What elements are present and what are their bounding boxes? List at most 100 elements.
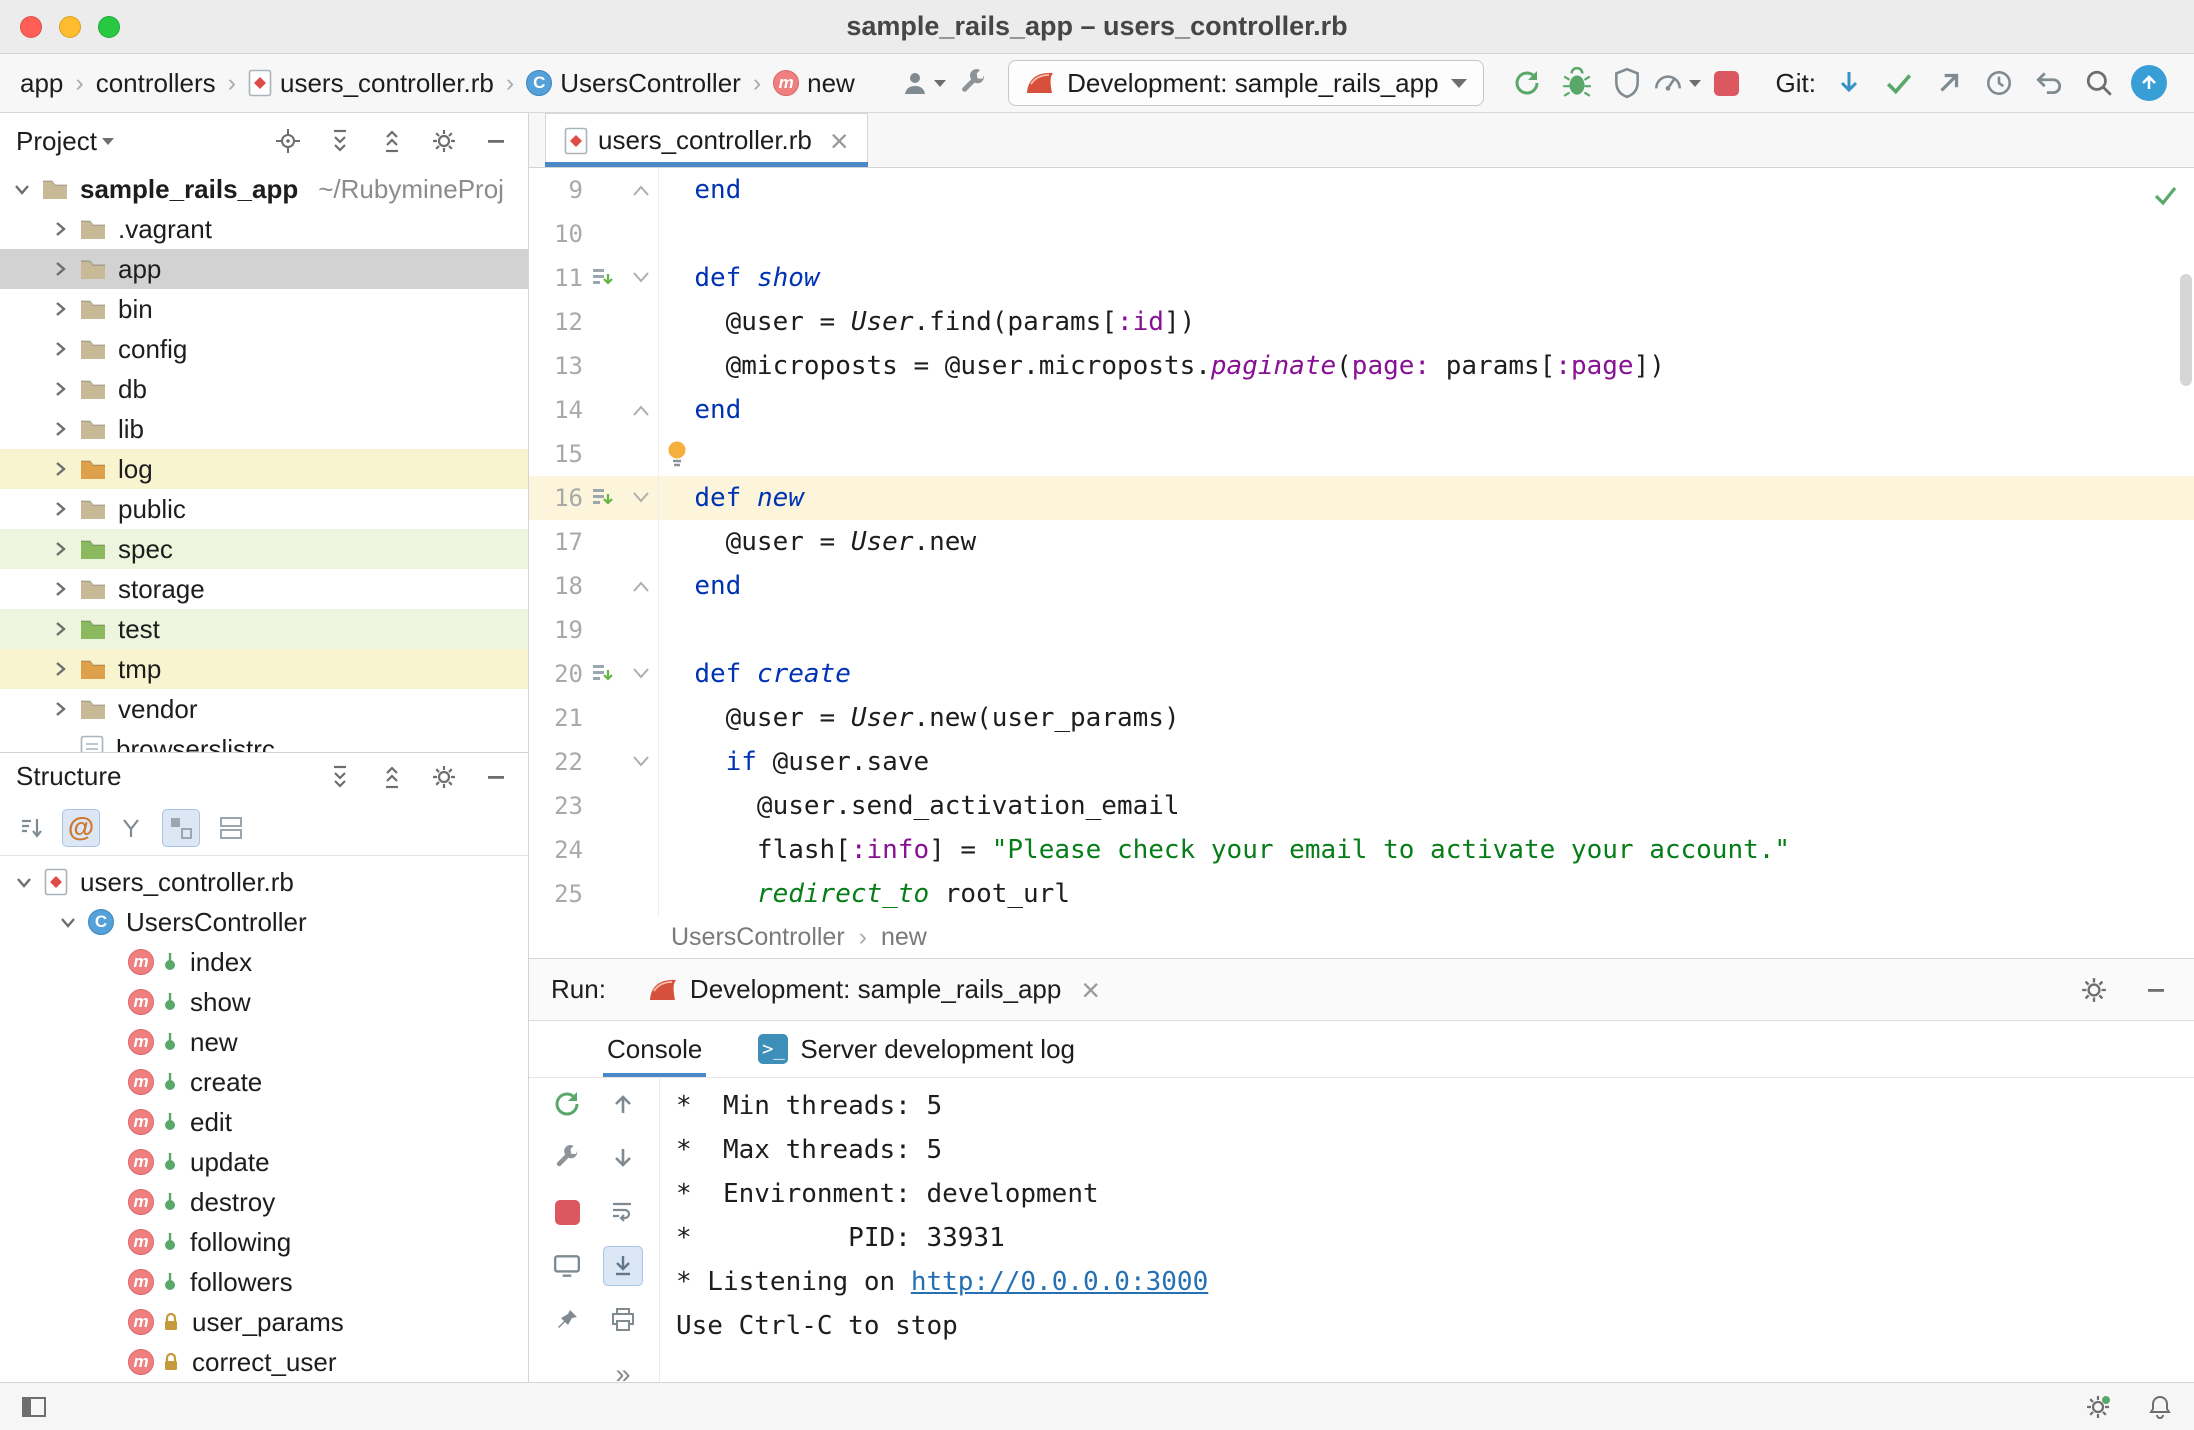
fold-marker-icon[interactable] [630,666,652,682]
breadcrumb-item-new[interactable]: m new [773,68,855,99]
fold-marker-icon[interactable] [630,402,652,418]
up-stack-trace-button[interactable] [603,1084,643,1124]
project-item-lib[interactable]: lib [0,409,528,449]
stop-server-button[interactable] [547,1192,587,1232]
code-line-20[interactable]: 20 def create [529,652,2194,696]
run-tab-server-development-log[interactable]: >_ Server development log [754,1021,1079,1077]
chevron-right-icon[interactable] [48,537,72,561]
code-editor[interactable]: 9 end 10 11 def show 12 @user = User .find(p… [529,168,2194,916]
fold-marker-icon[interactable] [630,270,652,286]
chevron-right-icon[interactable] [48,577,72,601]
code-line-23[interactable]: 23 @user .send_activation_email [529,784,2194,828]
search-everywhere-button[interactable] [2074,59,2124,107]
chevron-right-icon[interactable] [48,377,72,401]
structure-panel-title[interactable]: Structure [16,761,122,792]
group-by-defining-type-button[interactable] [212,809,250,847]
expand-all-button[interactable] [324,125,356,157]
close-icon[interactable]: × [1081,974,1100,1006]
server-url-link[interactable]: http://0.0.0.0:3000 [911,1267,1208,1297]
project-item-tmp[interactable]: tmp [0,649,528,689]
print-button[interactable] [603,1300,643,1340]
structure-settings-button[interactable] [428,761,460,793]
code-line-21[interactable]: 21 @user = User .new(user_params) [529,696,2194,740]
window-zoom-button[interactable] [98,16,120,38]
ide-update-button[interactable] [2124,59,2174,107]
code-line-16[interactable]: 16 def new [529,476,2194,520]
intention-bulb-icon[interactable] [663,439,691,469]
toolwindow-toggle-button[interactable] [18,1391,50,1423]
structure-method-index[interactable]: m index [0,942,528,982]
group-by-visibility-button[interactable] [162,808,200,847]
breadcrumb-item-users_controller.rb[interactable]: users_controller.rb [248,68,494,99]
rails-action-icon[interactable] [591,662,615,686]
user-profile-button[interactable] [898,59,948,107]
structure-method-update[interactable]: m update [0,1142,528,1182]
structure-method-destroy[interactable]: m destroy [0,1182,528,1222]
edit-configuration-button[interactable] [547,1138,587,1178]
git-push-button[interactable] [1924,59,1974,107]
structure-method-show[interactable]: m show [0,982,528,1022]
editor-tab[interactable]: users_controller.rb × [545,113,868,167]
structure-method-correct_user[interactable]: m correct_user [0,1342,528,1382]
chevron-right-icon[interactable] [48,217,72,241]
code-line-11[interactable]: 11 def show [529,256,2194,300]
run-settings-button[interactable] [2078,974,2110,1006]
hide-structure-panel-button[interactable] [480,761,512,793]
code-line-15[interactable]: 15 [529,432,2194,476]
project-panel-title[interactable]: Project [16,126,97,157]
chevron-right-icon[interactable] [48,697,72,721]
project-item-bin[interactable]: bin [0,289,528,329]
project-item-db[interactable]: db [0,369,528,409]
structure-method-edit[interactable]: m edit [0,1102,528,1142]
hide-project-panel-button[interactable] [480,125,512,157]
structure-method-new[interactable]: m new [0,1022,528,1062]
structure-method-following[interactable]: m following [0,1222,528,1262]
rerun-button[interactable] [1502,59,1552,107]
window-close-button[interactable] [20,16,42,38]
breadcrumb-item-app[interactable]: app [20,68,63,99]
close-icon[interactable]: × [830,125,849,157]
notifications-button[interactable] [2144,1391,2176,1423]
git-rollback-button[interactable] [2024,59,2074,107]
code-line-17[interactable]: 17 @user = User .new [529,520,2194,564]
breadcrumb-item-UsersController[interactable]: C UsersController [526,68,741,99]
show-inherited-button[interactable] [112,809,150,847]
chevron-right-icon[interactable] [48,337,72,361]
pin-tab-button[interactable] [547,1300,587,1340]
code-line-12[interactable]: 12 @user = User .find(params[:id]) [529,300,2194,344]
select-opened-file-button[interactable] [272,125,304,157]
run-configuration-select[interactable]: Development: sample_rails_app [1008,60,1484,106]
project-item-browserslistrc[interactable]: browserslistrc [0,729,528,752]
chevron-right-icon[interactable] [48,417,72,441]
code-line-14[interactable]: 14 end [529,388,2194,432]
fold-marker-icon[interactable] [630,182,652,198]
sort-alphabetically-button[interactable] [12,809,50,847]
structure-expand-all-button[interactable] [324,761,356,793]
project-item-sample_rails_app[interactable]: sample_rails_app ~/RubymineProj [0,169,528,209]
fold-marker-icon[interactable] [630,490,652,506]
window-minimize-button[interactable] [59,16,81,38]
run-configuration-tab[interactable]: Development: sample_rails_app × [648,974,1100,1006]
project-item-spec[interactable]: spec [0,529,528,569]
structure-method-create[interactable]: m create [0,1062,528,1102]
fold-marker-icon[interactable] [630,578,652,594]
git-history-button[interactable] [1974,59,2024,107]
chevron-right-icon[interactable] [48,617,72,641]
scroll-to-end-button[interactable] [603,1246,643,1286]
console-output[interactable]: * Min threads: 5 * Max threads: 5 * Enviro… [660,1080,2194,1382]
editor-breadcrumb-UsersController[interactable]: UsersController [669,923,847,952]
chevron-right-icon[interactable] [48,457,72,481]
rerun-server-button[interactable] [547,1084,587,1124]
code-line-25[interactable]: 25 redirect_to root_url [529,872,2194,916]
structure-method-user_params[interactable]: m user_params [0,1302,528,1342]
chevron-right-icon[interactable] [48,657,72,681]
git-commit-button[interactable] [1874,59,1924,107]
show-fields-button[interactable]: @ [62,808,100,847]
project-item-app[interactable]: app [0,249,528,289]
run-tab-console[interactable]: Console [603,1021,707,1077]
external-tools-button[interactable] [948,59,998,107]
project-item-.vagrant[interactable]: .vagrant [0,209,528,249]
project-item-public[interactable]: public [0,489,528,529]
ide-settings-status-button[interactable] [2082,1391,2114,1423]
code-line-13[interactable]: 13 @microposts = @user .microposts. pagina… [529,344,2194,388]
